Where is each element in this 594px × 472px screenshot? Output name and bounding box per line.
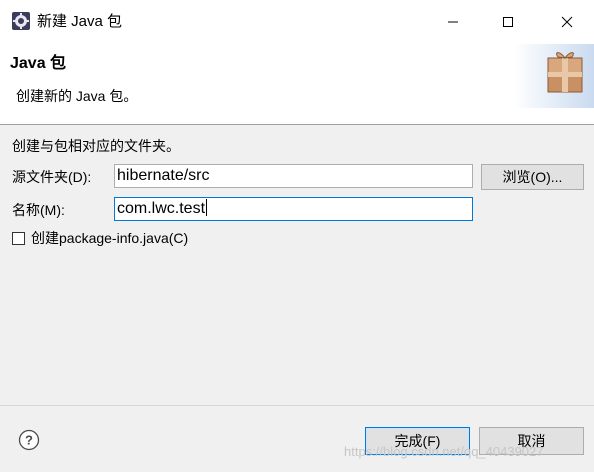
help-icon[interactable]: ? — [18, 429, 40, 451]
create-package-info-checkbox[interactable] — [12, 231, 25, 245]
title-bar: 新建 Java 包 — [0, 0, 594, 44]
cancel-button[interactable]: 取消 — [479, 427, 584, 455]
package-name-value: com.lwc.test — [117, 200, 206, 217]
browse-button[interactable]: 浏览(O)... — [481, 164, 584, 190]
svg-text:?: ? — [25, 433, 33, 448]
footer-separator — [0, 405, 594, 406]
header-title: Java 包 — [10, 55, 67, 72]
header-description: 创建新的 Java 包。 — [16, 88, 138, 104]
maximize-button[interactable] — [493, 8, 523, 36]
source-folder-value: hibernate/src — [117, 167, 210, 184]
minimize-icon — [448, 21, 458, 23]
new-java-package-dialog: 新建 Java 包 Java 包 创建新的 Java 包。 创建与包相对应的文件… — [0, 0, 594, 472]
package-name-input[interactable]: com.lwc.test — [114, 197, 473, 221]
form-description: 创建与包相对应的文件夹。 — [12, 138, 180, 154]
eclipse-app-icon — [12, 12, 30, 30]
maximize-icon — [503, 17, 513, 27]
create-package-info-option[interactable]: 创建package-info.java(C) — [12, 228, 188, 248]
create-package-info-label: 创建package-info.java(C) — [31, 230, 189, 246]
source-folder-input[interactable]: hibernate/src — [114, 164, 473, 188]
source-folder-label: 源文件夹(D): — [12, 169, 92, 185]
wizard-header: Java 包 创建新的 Java 包。 — [0, 44, 594, 125]
close-icon — [561, 16, 573, 28]
minimize-button[interactable] — [438, 8, 468, 36]
package-wizard-icon — [514, 44, 594, 108]
close-button[interactable] — [552, 8, 582, 36]
name-label: 名称(M): — [12, 202, 65, 218]
window-title: 新建 Java 包 — [37, 13, 123, 30]
finish-button[interactable]: 完成(F) — [365, 427, 470, 455]
text-caret — [206, 199, 208, 216]
